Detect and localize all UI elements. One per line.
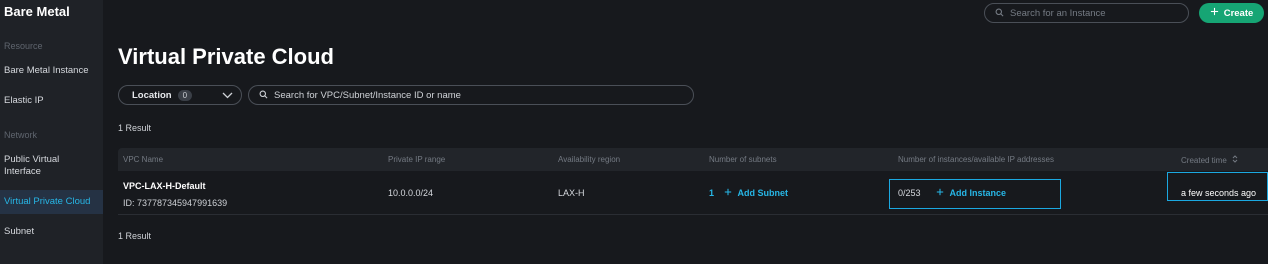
result-count: 1 Result [118, 123, 152, 133]
sidebar-item-virtual-private-cloud[interactable]: Virtual Private Cloud [0, 190, 103, 214]
sort-icon[interactable] [1232, 155, 1238, 165]
vpc-search-placeholder: Search for VPC/Subnet/Instance ID or nam… [274, 89, 461, 101]
created-time-highlight-box [1167, 172, 1268, 201]
create-button-label: Create [1223, 7, 1254, 19]
sidebar-item-public-virtual-interface[interactable]: Public Virtual Interface [0, 154, 80, 178]
sidebar-item-subnet[interactable]: Subnet [0, 226, 103, 238]
sidebar: Bare Metal Resource Bare Metal Instance … [0, 0, 103, 264]
table-row: VPC-LAX-H-Default ID: 737787345947991639… [118, 171, 1268, 215]
instance-search-placeholder: Search for an Instance [1010, 7, 1106, 19]
search-icon [259, 86, 268, 104]
instances-highlight-box [889, 179, 1061, 209]
instance-search-input[interactable]: Search for an Instance [984, 3, 1189, 23]
vpc-name[interactable]: VPC-LAX-H-Default [123, 181, 206, 191]
created-time-label: Created time [1181, 156, 1227, 165]
table-header: VPC Name Private IP range Availability r… [118, 148, 1268, 171]
sidebar-item-bare-metal-instance[interactable]: Bare Metal Instance [0, 65, 103, 77]
sidebar-section-network: Network [4, 130, 38, 140]
column-header-vpc-name: VPC Name [123, 155, 164, 164]
vpc-search-input[interactable]: Search for VPC/Subnet/Instance ID or nam… [248, 85, 694, 105]
chevron-down-icon [222, 90, 233, 103]
location-label: Location [132, 89, 172, 101]
subnet-count[interactable]: 1 [709, 188, 714, 198]
create-button[interactable]: Create [1199, 3, 1264, 23]
page-title: Virtual Private Cloud [118, 44, 334, 69]
private-ip-range: 10.0.0.0/24 [388, 188, 434, 198]
search-icon [995, 4, 1004, 22]
add-subnet-label: Add Subnet [737, 188, 789, 198]
location-count-badge: 0 [177, 89, 193, 101]
column-header-number-of-subnets: Number of subnets [709, 155, 777, 164]
column-header-created-time[interactable]: Created time [1181, 155, 1238, 165]
location-select[interactable]: Location 0 [118, 85, 242, 105]
vpc-id: ID: 737787345947991639 [123, 198, 228, 208]
plus-icon [724, 188, 732, 198]
result-count-bottom: 1 Result [118, 231, 152, 241]
column-header-private-ip-range: Private IP range [388, 155, 446, 164]
sidebar-title: Bare Metal [4, 4, 70, 19]
sidebar-section-resource: Resource [4, 41, 43, 51]
sidebar-item-elastic-ip[interactable]: Elastic IP [0, 95, 103, 107]
plus-icon [1210, 7, 1219, 19]
availability-region: LAX-H [558, 188, 585, 198]
add-subnet-button[interactable]: Add Subnet [724, 188, 788, 198]
column-header-number-of-instances: Number of instances/available IP address… [898, 155, 1054, 164]
column-header-availability-region: Availability region [558, 155, 621, 164]
